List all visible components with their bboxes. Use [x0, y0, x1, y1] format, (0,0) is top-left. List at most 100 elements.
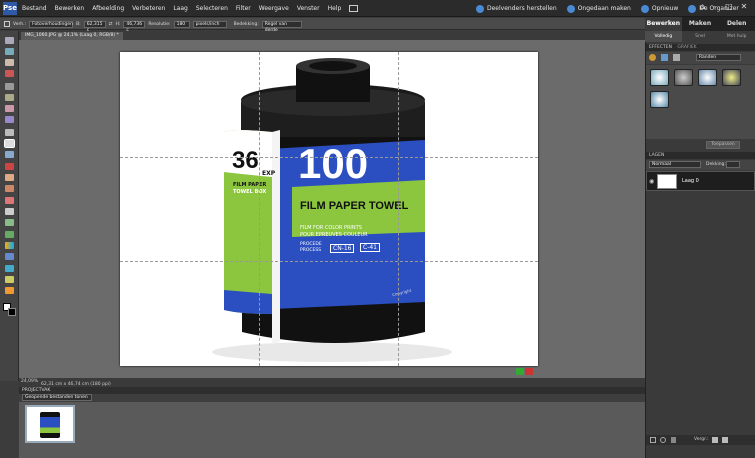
opacity-label: Dekking:	[706, 162, 726, 167]
opacity-input[interactable]	[726, 161, 740, 168]
width-label: B:	[76, 21, 81, 27]
effect-thumb-1[interactable]	[650, 69, 669, 86]
swap-icon[interactable]: ⇄	[109, 22, 113, 27]
healing-tool-icon[interactable]	[5, 174, 14, 181]
eraser-tool-icon[interactable]	[5, 197, 14, 204]
menu-venster[interactable]: Venster	[297, 5, 320, 12]
clone-stamp-tool-icon[interactable]	[5, 185, 14, 192]
options-bar: Verh.: Fotoverhoudingen B: 62,315 c ⇄ H:…	[0, 18, 645, 33]
menu-selecteren[interactable]: Selecteren	[196, 5, 228, 12]
menu-weergave[interactable]: Weergave	[259, 5, 289, 12]
overlay-select[interactable]: Regel van derde	[261, 20, 302, 33]
lock-all-icon[interactable]	[722, 437, 728, 443]
magic-wand-tool-icon[interactable]	[5, 105, 14, 112]
photo-effects-icon[interactable]	[673, 54, 680, 61]
toolbox	[0, 31, 19, 381]
maximize-icon[interactable]: □	[725, 2, 733, 11]
height-input[interactable]: 46,736 c	[123, 20, 146, 33]
menu-filter[interactable]: Filter	[236, 5, 251, 12]
brush-tool-icon[interactable]	[5, 208, 14, 215]
tab-delen[interactable]: Delen	[718, 17, 755, 31]
process-label-fr: PROCEDE	[300, 242, 322, 247]
new-layer-icon[interactable]	[650, 437, 656, 443]
layer-name[interactable]: Laag 0	[682, 178, 699, 184]
zoom-level[interactable]: 24,09%	[21, 379, 38, 384]
menu-list: Bestand Bewerken Afbeelding Verbeteren L…	[22, 0, 359, 17]
canvas[interactable]: 36 EXP FILM PAPER TOWEL BOX 100 FILM PAP…	[120, 52, 538, 375]
tab-bewerken[interactable]: Bewerken	[645, 17, 682, 31]
cancel-crop-icon[interactable]	[525, 368, 533, 375]
gradient-tool-icon[interactable]	[5, 242, 14, 249]
resolution-input[interactable]: 180	[173, 20, 190, 28]
thirds-line-v1	[259, 52, 260, 366]
ratio-select[interactable]: Fotoverhoudingen	[29, 20, 74, 28]
effects-title[interactable]: EFFECTEN	[649, 45, 672, 50]
menu-bewerken[interactable]: Bewerken	[55, 5, 85, 12]
close-icon[interactable]: ✕	[741, 2, 748, 11]
arrange-icon[interactable]	[349, 5, 359, 12]
hand-tool-icon[interactable]	[5, 59, 14, 66]
filters-icon[interactable]	[649, 54, 656, 61]
undo-button[interactable]: Ongedaan maken	[566, 4, 631, 13]
commit-crop-icon[interactable]	[516, 368, 524, 375]
crop-tool-icon-active[interactable]	[4, 139, 15, 148]
ratio-label: Verh.:	[13, 21, 27, 27]
subtab-volledig[interactable]: Volledig	[645, 31, 682, 42]
menu-afbeelding[interactable]: Afbeelding	[92, 5, 124, 12]
styles-icon[interactable]	[661, 54, 668, 61]
marquee-tool-icon[interactable]	[5, 83, 14, 90]
effects-subtitle[interactable]: GRAFIEK	[677, 45, 696, 50]
selection-brush-tool-icon[interactable]	[5, 116, 14, 123]
layer-row[interactable]: ◉ Laag 0	[646, 171, 755, 191]
effect-thumb-5[interactable]	[650, 91, 669, 108]
recompose-tool-icon[interactable]	[5, 151, 14, 158]
subtab-met-hulp[interactable]: Met hulp	[718, 31, 755, 42]
app-logo: Pse	[3, 2, 17, 15]
trash-icon[interactable]	[671, 437, 676, 443]
undo-all-button[interactable]: Deelvenders herstellen	[476, 4, 557, 13]
lock-transparency-icon[interactable]	[712, 437, 718, 443]
height-label: H:	[115, 21, 121, 27]
subtab-snel[interactable]: Snel	[682, 31, 719, 42]
width-input[interactable]: 62,315 c	[83, 20, 106, 33]
effects-category-select[interactable]: Randen	[696, 54, 741, 61]
menu-help[interactable]: Help	[328, 5, 342, 12]
background-color-swatch[interactable]	[8, 308, 16, 316]
blend-mode-select[interactable]: Normaal	[649, 161, 701, 168]
effects-header: EFFECTEN GRAFIEK	[646, 44, 755, 51]
visibility-eye-icon[interactable]: ◉	[649, 178, 654, 185]
home-icon[interactable]: ⌂	[700, 2, 705, 11]
menu-bestand[interactable]: Bestand	[22, 5, 47, 12]
shape-tool-icon[interactable]	[5, 253, 14, 260]
eyedropper-tool-icon[interactable]	[5, 70, 14, 77]
redo-button[interactable]: Opnieuw	[640, 4, 678, 13]
pencil-tool-icon[interactable]	[5, 287, 14, 294]
lasso-tool-icon[interactable]	[5, 94, 14, 101]
menu-verbeteren[interactable]: Verbeteren	[132, 5, 165, 12]
tab-maken[interactable]: Maken	[682, 17, 719, 31]
effect-thumb-3[interactable]	[698, 69, 717, 86]
effect-thumb-4[interactable]	[722, 69, 741, 86]
resolution-unit-select[interactable]: pixels/inch	[192, 20, 227, 28]
minimize-icon[interactable]: –	[713, 2, 717, 11]
sponge-tool-icon[interactable]	[5, 276, 14, 283]
blur-tool-icon[interactable]	[5, 265, 14, 272]
paint-bucket-tool-icon[interactable]	[5, 231, 14, 238]
apply-effect-button[interactable]: Toepassen	[706, 141, 740, 149]
document-tab-bar: IMG_1060.JPG @ 24,1% (Laag 0, RGB/8) *	[19, 31, 645, 40]
zoom-tool-icon[interactable]	[5, 48, 14, 55]
adjustment-layer-icon[interactable]	[660, 437, 666, 443]
smart-brush-tool-icon[interactable]	[5, 219, 14, 226]
thirds-line-h2	[120, 261, 538, 262]
menu-laag[interactable]: Laag	[173, 5, 188, 12]
type-tool-icon[interactable]	[5, 129, 14, 136]
move-tool-icon[interactable]	[5, 37, 14, 44]
bin-thumbnail-canister	[40, 412, 60, 438]
redo-icon	[640, 4, 649, 13]
undo-icon	[566, 4, 575, 13]
project-bin-dropdown[interactable]: Geopende bestanden tonen	[22, 394, 92, 401]
redeye-tool-icon[interactable]	[5, 163, 14, 170]
effect-thumb-2[interactable]	[674, 69, 693, 86]
layers-header: LAGEN	[646, 152, 755, 159]
document-tab[interactable]: IMG_1060.JPG @ 24,1% (Laag 0, RGB/8) *	[21, 32, 123, 40]
